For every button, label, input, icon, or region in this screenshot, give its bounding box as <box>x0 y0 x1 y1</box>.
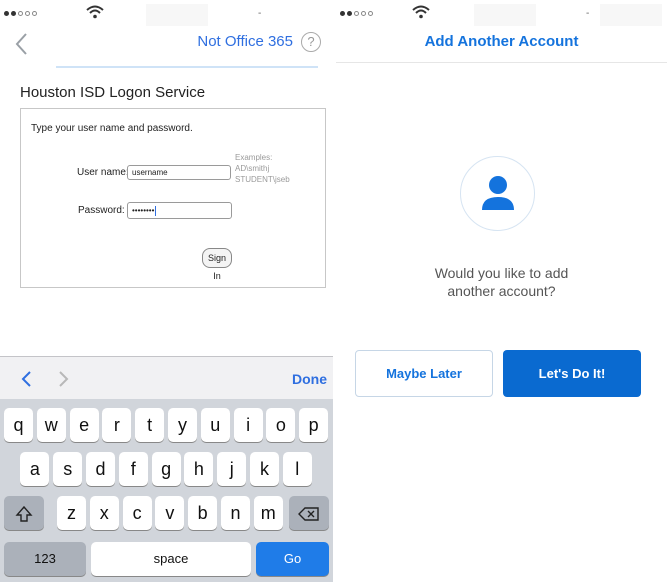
signal-strength-icon <box>4 11 39 16</box>
text-caret <box>155 205 157 216</box>
password-input[interactable]: •••••••• <box>127 202 232 219</box>
numbers-key[interactable]: 123 <box>4 542 86 576</box>
key-j[interactable]: j <box>217 452 247 486</box>
key-v[interactable]: v <box>155 496 185 530</box>
key-g[interactable]: g <box>151 452 181 486</box>
help-icon[interactable]: ? <box>301 32 321 52</box>
add-account-screen: - Add Another Account Would you like to … <box>336 0 667 582</box>
wifi-icon <box>412 5 430 19</box>
status-separator: - <box>258 8 262 19</box>
status-time-area <box>146 4 208 26</box>
keyboard-accessory-bar: Done <box>0 356 333 399</box>
username-label: User name: <box>77 167 129 178</box>
signal-strength-icon <box>340 11 375 16</box>
login-screen: - Not Office 365 ? Houston ISD Logon Ser… <box>0 0 333 582</box>
key-m[interactable]: m <box>253 496 283 530</box>
key-k[interactable]: k <box>250 452 279 486</box>
nav-title: Not Office 365 <box>197 33 293 50</box>
status-bar: - <box>0 0 333 28</box>
lets-do-it-button[interactable]: Let's Do It! <box>503 350 641 397</box>
examples-hint-line: Examples: <box>235 153 273 162</box>
key-x[interactable]: x <box>89 496 119 530</box>
maybe-later-button[interactable]: Maybe Later <box>355 350 493 397</box>
backspace-icon <box>298 507 319 521</box>
wifi-icon <box>86 5 104 19</box>
header-divider <box>336 62 667 63</box>
person-icon <box>482 176 514 210</box>
key-h[interactable]: h <box>184 452 214 486</box>
key-y[interactable]: y <box>168 408 197 442</box>
add-account-question: Would you like to add another account? <box>336 264 667 300</box>
key-u[interactable]: u <box>200 408 230 442</box>
key-q[interactable]: q <box>4 408 33 442</box>
password-label: Password: <box>78 205 125 216</box>
question-line: Would you like to add <box>434 265 569 281</box>
page-title: Add Another Account <box>424 33 579 50</box>
status-bar: - <box>336 0 667 28</box>
previous-field-icon[interactable] <box>20 369 34 389</box>
delete-key[interactable] <box>289 496 329 530</box>
sign-in-button[interactable]: Sign In <box>202 248 232 281</box>
status-separator: - <box>586 8 590 19</box>
examples-hint-line: AD\smithj <box>235 164 270 173</box>
key-p[interactable]: p <box>299 408 329 442</box>
key-b[interactable]: b <box>188 496 218 530</box>
shift-icon <box>15 506 33 522</box>
key-z[interactable]: z <box>57 496 86 530</box>
form-prompt: Type your user name and password. <box>31 123 193 134</box>
key-n[interactable]: n <box>221 496 250 530</box>
status-battery-area <box>600 4 662 26</box>
logon-title: Houston ISD Logon Service <box>20 84 206 101</box>
key-d[interactable]: d <box>86 452 115 486</box>
keyboard: Done q w e r t y u i o p a s d f g h j k l z x c v b n m 123 space G… <box>0 356 333 582</box>
progress-line <box>56 66 318 68</box>
avatar <box>460 156 535 231</box>
key-e[interactable]: e <box>69 408 99 442</box>
status-time-area <box>474 4 536 26</box>
key-o[interactable]: o <box>266 408 296 442</box>
key-f[interactable]: f <box>118 452 148 486</box>
key-i[interactable]: i <box>233 408 263 442</box>
examples-hint-line: STUDENT\jseb <box>235 175 290 184</box>
done-button[interactable]: Done <box>292 371 327 387</box>
key-l[interactable]: l <box>282 452 312 486</box>
key-a[interactable]: a <box>20 452 50 486</box>
key-r[interactable]: r <box>102 408 132 442</box>
back-chevron-icon[interactable] <box>14 32 30 56</box>
examples-hint: Examples: AD\smithj STUDENT\jseb <box>235 152 290 185</box>
key-c[interactable]: c <box>122 496 152 530</box>
key-w[interactable]: w <box>36 408 66 442</box>
go-key[interactable]: Go <box>256 542 329 576</box>
logon-form: Type your user name and password. User n… <box>20 108 326 288</box>
next-field-icon[interactable] <box>56 369 70 389</box>
question-line: another account? <box>447 283 556 299</box>
shift-key[interactable] <box>4 496 44 530</box>
key-s[interactable]: s <box>53 452 83 486</box>
password-value: •••••••• <box>132 206 155 215</box>
username-input[interactable]: username <box>127 165 231 180</box>
space-key[interactable]: space <box>91 542 251 576</box>
key-t[interactable]: t <box>135 408 165 442</box>
